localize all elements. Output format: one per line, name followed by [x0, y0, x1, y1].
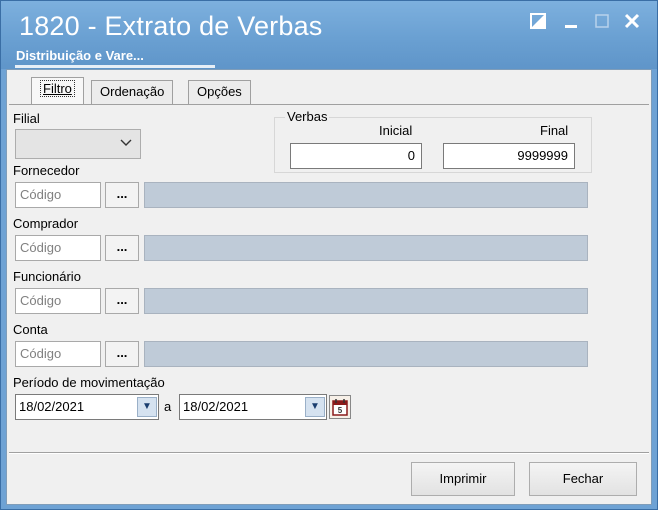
- comprador-search-button[interactable]: ...: [105, 235, 139, 261]
- filial-label: Filial: [13, 111, 40, 126]
- fornecedor-code-input[interactable]: Código: [15, 182, 101, 208]
- conta-label: Conta: [13, 322, 48, 337]
- fornecedor-label: Fornecedor: [13, 163, 80, 178]
- close-icon: [624, 13, 640, 29]
- verbas-final-input[interactable]: 9999999: [443, 143, 575, 169]
- verbas-final-label: Final: [540, 123, 569, 138]
- title-bar[interactable]: 1820 - Extrato de Verbas Distribuição e …: [1, 1, 657, 69]
- close-button[interactable]: [619, 9, 645, 33]
- maximize-icon: [595, 14, 609, 28]
- chevron-down-icon[interactable]: ▼: [137, 397, 157, 417]
- minimize-icon: [565, 25, 577, 28]
- periodo-separator: a: [164, 399, 172, 414]
- tab-filtro[interactable]: Filtro: [31, 77, 84, 105]
- fornecedor-description-field: [144, 182, 588, 208]
- tab-ordenacao[interactable]: Ordenação: [91, 80, 174, 104]
- print-button-label: Imprimir: [439, 471, 487, 486]
- funcionario-description-field: [144, 288, 588, 314]
- conta-search-button[interactable]: ...: [105, 341, 139, 367]
- verbas-inicial-input[interactable]: 0: [290, 143, 422, 169]
- fornecedor-search-button[interactable]: ...: [105, 182, 139, 208]
- funcionario-label: Funcionário: [13, 269, 81, 284]
- filtro-panel: Filial Verbas Inicial Final 0 9999999 Fo…: [9, 104, 649, 450]
- tab-opcoes[interactable]: Opções: [188, 80, 251, 104]
- tab-strip: Filtro Ordenação Opções: [7, 76, 651, 106]
- dialog-body: Filtro Ordenação Opções Filial Verbas In…: [6, 69, 652, 505]
- funcionario-code-input[interactable]: Código: [15, 288, 101, 314]
- chevron-down-icon[interactable]: ▼: [305, 397, 325, 417]
- comprador-code-input[interactable]: Código: [15, 235, 101, 261]
- calendar-icon: 5: [332, 399, 348, 416]
- comprador-description-field: [144, 235, 588, 261]
- chevron-down-icon: [120, 136, 132, 150]
- verbas-label: Verbas: [285, 109, 330, 124]
- verbas-inicial-label: Inicial: [379, 123, 413, 138]
- minimize-button[interactable]: [558, 9, 584, 33]
- window-title: 1820 - Extrato de Verbas: [19, 11, 323, 41]
- svg-text:5: 5: [338, 406, 343, 415]
- calendar-button[interactable]: 5: [329, 395, 351, 419]
- filial-select[interactable]: [15, 129, 141, 159]
- periodo-label: Período de movimentação: [13, 375, 165, 390]
- restore-icon: [530, 13, 546, 29]
- print-button[interactable]: Imprimir: [411, 462, 515, 496]
- tab-ordenacao-label: Ordenação: [100, 84, 165, 99]
- footer-separator: [9, 452, 649, 454]
- conta-description-field: [144, 341, 588, 367]
- periodo-end-value: 18/02/2021: [183, 399, 249, 414]
- close-dialog-button-label: Fechar: [562, 471, 604, 486]
- restore-button[interactable]: [525, 9, 551, 33]
- comprador-label: Comprador: [13, 216, 79, 231]
- periodo-start-value: 18/02/2021: [19, 399, 85, 414]
- tab-filtro-label: Filtro: [40, 80, 75, 97]
- application-window: 1820 - Extrato de Verbas Distribuição e …: [0, 0, 658, 510]
- conta-code-input[interactable]: Código: [15, 341, 101, 367]
- periodo-end-date[interactable]: 18/02/2021 ▼: [179, 394, 327, 420]
- subtitle-underline: [15, 65, 215, 68]
- funcionario-search-button[interactable]: ...: [105, 288, 139, 314]
- maximize-button[interactable]: [589, 9, 615, 33]
- periodo-start-date[interactable]: 18/02/2021 ▼: [15, 394, 159, 420]
- window-subtitle: Distribuição e Vare...: [16, 48, 144, 63]
- close-dialog-button[interactable]: Fechar: [529, 462, 637, 496]
- tab-opcoes-label: Opções: [197, 84, 242, 99]
